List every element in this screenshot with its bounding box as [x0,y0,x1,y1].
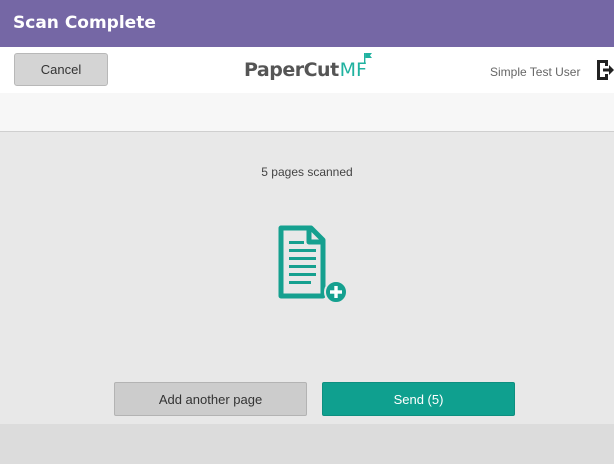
page-title: Scan Complete [13,13,156,33]
logo-flag-icon [363,53,372,63]
papercut-logo: PaperCut MF [244,53,372,86]
cancel-button[interactable]: Cancel [14,53,108,86]
pages-scanned-status: 5 pages scanned [261,165,353,179]
document-add-icon [278,225,348,304]
logout-icon[interactable] [597,60,614,80]
main-content: 5 pages scanned Add another page Send (5… [0,132,614,424]
logo-accent-text: MF [340,53,372,81]
logo-text: PaperCut [244,59,339,81]
user-name: Simple Test User [490,65,581,79]
header-bar: Cancel PaperCut MF Simple Test User [0,47,614,93]
footer-bar [0,424,614,464]
sub-header-bar [0,93,614,132]
send-button[interactable]: Send (5) [322,382,515,416]
add-another-page-button[interactable]: Add another page [114,382,307,416]
title-bar: Scan Complete [0,0,614,47]
